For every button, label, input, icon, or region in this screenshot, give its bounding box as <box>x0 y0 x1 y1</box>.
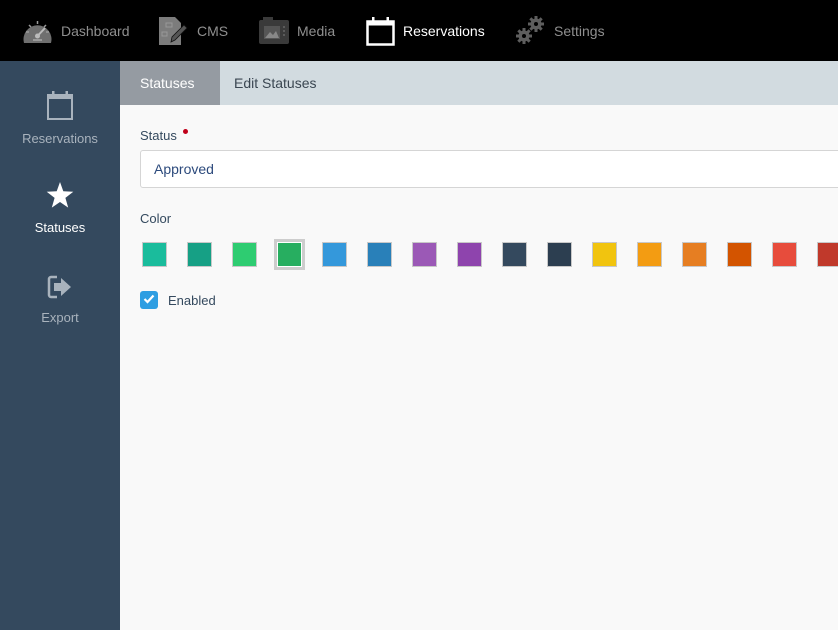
star-icon <box>46 182 74 214</box>
color-swatch[interactable] <box>367 242 392 267</box>
breadcrumb-arrow <box>200 61 217 105</box>
sidebar-item-export-label: Export <box>41 310 79 325</box>
color-swatch[interactable] <box>502 242 527 267</box>
sidebar-item-export[interactable]: Export <box>0 275 120 355</box>
calendar-icon <box>47 91 73 125</box>
breadcrumb: Statuses Edit Statuses <box>120 61 838 105</box>
sidebar-item-reservations[interactable]: Reservations <box>0 91 120 171</box>
topnav-settings[interactable]: Settings <box>516 0 605 61</box>
color-swatch[interactable] <box>187 242 212 267</box>
color-swatch[interactable] <box>592 242 617 267</box>
color-swatch[interactable] <box>682 242 707 267</box>
topnav-cms-label: CMS <box>197 22 229 39</box>
color-swatch[interactable] <box>232 242 257 267</box>
color-swatch[interactable] <box>457 242 482 267</box>
color-swatch[interactable] <box>322 242 347 267</box>
top-navigation-bar: Dashboard CMS Media Reservations Setting… <box>0 0 838 61</box>
sidebar-item-statuses[interactable]: Statuses <box>0 182 120 262</box>
color-swatch[interactable] <box>547 242 572 267</box>
topnav-dashboard[interactable]: Dashboard <box>22 0 130 61</box>
media-image-icon <box>259 16 289 45</box>
cms-document-icon <box>159 16 189 46</box>
edit-status-form: Status Color Enabled <box>120 105 838 630</box>
breadcrumb-edit-statuses: Edit Statuses <box>234 75 317 91</box>
color-swatch[interactable] <box>817 242 838 267</box>
sidebar-item-reservations-label: Reservations <box>22 131 98 146</box>
export-icon <box>47 275 73 304</box>
topnav-settings-label: Settings <box>554 22 605 39</box>
color-swatch[interactable] <box>637 242 662 267</box>
topnav-reservations-label: Reservations <box>403 22 485 39</box>
enabled-checkbox[interactable] <box>140 291 158 309</box>
status-label-text: Status <box>140 128 177 143</box>
color-swatch[interactable] <box>274 239 305 270</box>
topnav-cms[interactable]: CMS <box>159 0 228 61</box>
speedometer-icon <box>22 17 53 45</box>
required-indicator <box>182 129 188 134</box>
color-swatch[interactable] <box>142 242 167 267</box>
topnav-media-label: Media <box>297 22 336 39</box>
sidebar: Reservations Statuses Export <box>0 61 120 630</box>
color-swatch[interactable] <box>412 242 437 267</box>
status-field-label: Status <box>140 128 188 143</box>
topnav-dashboard-label: Dashboard <box>61 22 130 39</box>
status-input[interactable] <box>140 150 838 188</box>
color-field-label: Color <box>140 211 172 226</box>
checkmark-icon <box>143 291 155 309</box>
topnav-media[interactable]: Media <box>259 0 335 61</box>
calendar-icon <box>366 16 395 46</box>
color-swatch[interactable] <box>727 242 752 267</box>
gears-icon <box>516 15 546 46</box>
sidebar-item-statuses-label: Statuses <box>34 220 86 235</box>
enabled-label: Enabled <box>168 293 216 308</box>
topnav-reservations[interactable]: Reservations <box>366 0 485 61</box>
color-swatch[interactable] <box>772 242 797 267</box>
